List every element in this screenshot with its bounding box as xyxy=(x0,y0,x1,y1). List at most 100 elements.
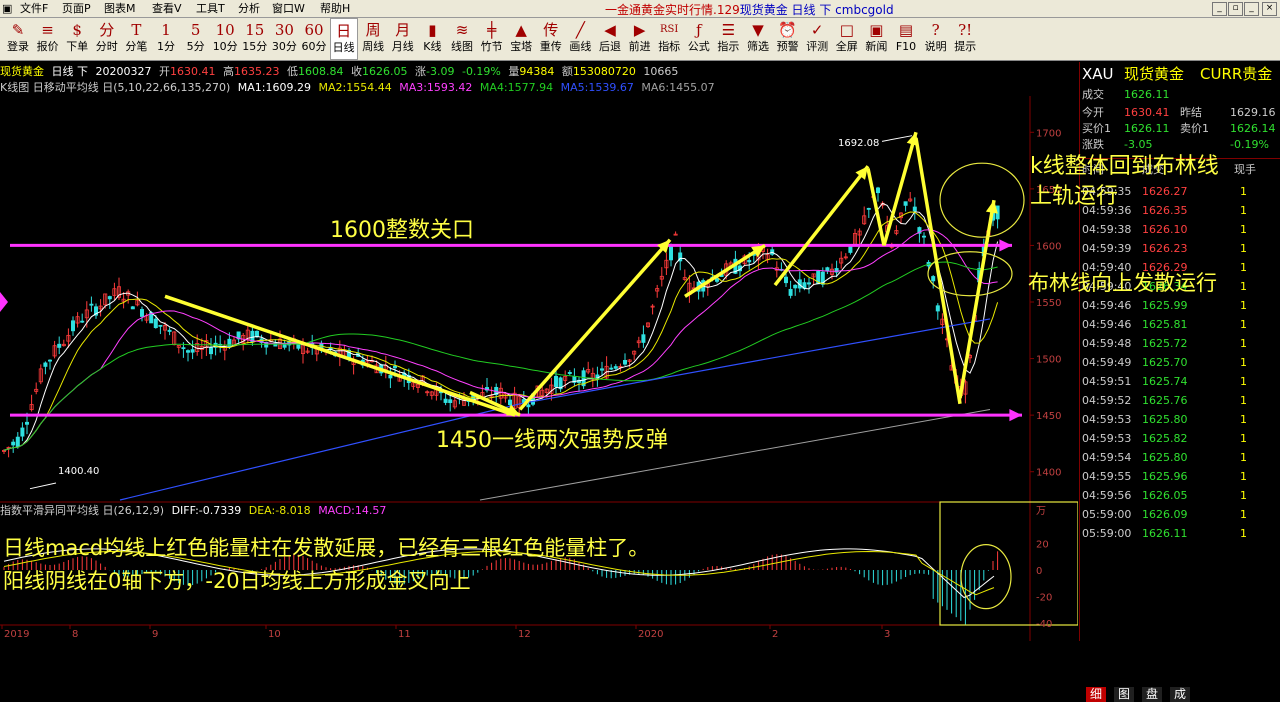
candle-body xyxy=(554,375,559,387)
candle-body xyxy=(185,350,190,353)
toolbar-button-12[interactable]: 周周线 xyxy=(359,18,387,60)
quote-open: 1630.41 xyxy=(1124,106,1170,119)
toolbar-button-31[interactable]: ? 说明 xyxy=(922,18,950,60)
annotation-1600: 1600整数关口 xyxy=(330,218,474,243)
candle-body xyxy=(448,399,453,404)
toolbar-icon-9: 30 xyxy=(274,21,294,39)
toolbar-button-0[interactable]: ✎ 登录 xyxy=(4,18,32,60)
macd-tick-label: 0 xyxy=(1036,566,1042,577)
toolbar-button-4[interactable]: T 分笔 xyxy=(122,18,150,60)
menu-help[interactable]: 帮助H xyxy=(320,2,350,15)
quote-market: CURR贵金 xyxy=(1200,65,1273,83)
candle-body xyxy=(130,306,135,310)
minimize-chart-icon[interactable]: _ xyxy=(1244,2,1259,16)
toolbar-button-23[interactable]: ƒ 公式 xyxy=(685,18,713,60)
tick-row: 04:59:46 1625.99 1 xyxy=(1082,299,1247,312)
toolbar-button-7[interactable]: 10 10分 xyxy=(211,18,239,60)
toolbar-button-14[interactable]: ▮ K线 xyxy=(418,18,446,60)
menu-view[interactable]: 查看V xyxy=(152,2,182,15)
date-tick-label: 12 xyxy=(518,629,531,640)
menu-tools[interactable]: 工具T xyxy=(196,2,225,15)
toolbar-button-2[interactable]: $ 下单 xyxy=(63,18,91,60)
circle-bollinger-expand xyxy=(927,251,1013,297)
bar-volume: 94384 xyxy=(519,65,555,78)
tick-row: 05:59:00 1626.09 1 xyxy=(1082,508,1247,521)
menu-analysis[interactable]: 分析 xyxy=(238,2,260,15)
toolbar-button-3[interactable]: 分分时 xyxy=(93,18,121,60)
annotation-macd-1: 日线macd均线上红色能量柱在发散延展，已经有三根红色能量柱了。 xyxy=(3,536,650,560)
toolbar-button-11[interactable]: 日日线 xyxy=(329,18,358,60)
restore-icon[interactable]: ▫ xyxy=(1228,2,1243,16)
toolbar-button-28[interactable]: □ 全屏 xyxy=(833,18,861,60)
line-1600-head xyxy=(999,239,1012,252)
toolbar-icon-31: ? xyxy=(931,21,940,39)
toolbar-button-22[interactable]: RSI 指标 xyxy=(655,18,683,60)
toolbar-button-13[interactable]: 月月线 xyxy=(389,18,417,60)
candle-body xyxy=(567,371,572,374)
toolbar-button-16[interactable]: ╪ 竹节 xyxy=(478,18,506,60)
toolbar-button-9[interactable]: 30 30分 xyxy=(270,18,298,60)
candle-body xyxy=(623,359,628,365)
instrument-name: 现货黄金 xyxy=(0,65,44,78)
candle-body xyxy=(747,259,752,263)
toolbar-button-8[interactable]: 15 15分 xyxy=(241,18,269,60)
close-icon[interactable]: × xyxy=(1262,2,1277,16)
tab-detail[interactable]: 细 xyxy=(1086,687,1106,702)
toolbar-button-24[interactable]: ☰ 指示 xyxy=(714,18,742,60)
toolbar-button-18[interactable]: 传重传 xyxy=(537,18,565,60)
toolbar-button-19[interactable]: ╱ 画线 xyxy=(566,18,594,60)
period-label: 日线 下 xyxy=(51,65,89,78)
toolbar-button-17[interactable]: ▲ 宝塔 xyxy=(507,18,535,60)
toolbar-icon-26: ⏰ xyxy=(778,21,797,39)
candle-body xyxy=(922,235,927,238)
date-tick-label: 2019 xyxy=(4,629,29,640)
app-icon[interactable]: ▣ xyxy=(2,2,12,15)
candle-body xyxy=(80,320,85,323)
menu-chart[interactable]: 图表M xyxy=(104,2,136,15)
candle-body xyxy=(20,427,25,437)
toolbar-icon-22: RSI xyxy=(660,24,679,35)
tab-trades[interactable]: 成 xyxy=(1170,687,1190,702)
toolbar-button-26[interactable]: ⏰ 预警 xyxy=(774,18,802,60)
tick-row: 04:59:46 1625.81 1 xyxy=(1082,318,1247,331)
tab-chart[interactable]: 图 xyxy=(1114,687,1134,702)
toolbar-button-20[interactable]: ◀ 后退 xyxy=(596,18,624,60)
candle-body xyxy=(912,206,917,212)
quote-name: 现货黄金 xyxy=(1124,65,1185,83)
menu-file[interactable]: 文件F xyxy=(20,2,48,15)
ma5-value: MA5:1539.67 xyxy=(560,81,634,94)
date-tick-label: 2020 xyxy=(638,629,663,640)
candle-body xyxy=(600,368,605,371)
toolbar-icon-23: ƒ xyxy=(696,21,702,39)
candle-body xyxy=(609,367,614,370)
quote-bidask-row: 买价1 1626.11 卖价1 1626.14 xyxy=(1082,122,1276,135)
toolbar-icon-3: 分 xyxy=(99,21,115,39)
toolbar-button-30[interactable]: ▤ F10 xyxy=(892,18,920,60)
annotation-bollinger-expand: 布林线向上发散运行 xyxy=(1028,271,1217,295)
toolbar-button-21[interactable]: ▶ 前进 xyxy=(626,18,654,60)
quote-last-row: 成交 1626.11 xyxy=(1082,88,1170,101)
toolbar-button-15[interactable]: ≋ 线图 xyxy=(448,18,476,60)
toolbar-icon-5: 1 xyxy=(161,21,171,39)
toolbar-button-6[interactable]: 5 5分 xyxy=(182,18,210,60)
toolbar-button-1[interactable]: ≡ 报价 xyxy=(34,18,62,60)
menu-window[interactable]: 窗口W xyxy=(272,2,305,15)
toolbar-button-32[interactable]: ?! 提示 xyxy=(951,18,979,60)
bar-extra: 10665 xyxy=(643,65,679,78)
toolbar-icon-0: ✎ xyxy=(11,21,25,39)
trend-down-line xyxy=(164,294,516,417)
circle-macd xyxy=(960,544,1012,610)
toolbar-icon-2: $ xyxy=(72,21,82,39)
window-title: 一金通黄金实时行情.129现货黄金 日线 下 cmbcgold xyxy=(605,3,894,17)
toolbar-button-29[interactable]: ▣ 新闻 xyxy=(862,18,890,60)
menu-page[interactable]: 页面P xyxy=(62,2,91,15)
minimize-icon[interactable]: _ xyxy=(1212,2,1227,16)
candle-body xyxy=(866,207,871,210)
tab-book[interactable]: 盘 xyxy=(1142,687,1162,702)
tick-row: 05:59:00 1626.11 1 xyxy=(1082,527,1247,540)
toolbar-button-25[interactable]: ▼ 筛选 xyxy=(744,18,772,60)
toolbar-button-27[interactable]: ✓ 评测 xyxy=(803,18,831,60)
high-pointer xyxy=(881,135,913,142)
toolbar-button-5[interactable]: 1 1分 xyxy=(152,18,180,60)
date-tick-label: 10 xyxy=(268,629,281,640)
